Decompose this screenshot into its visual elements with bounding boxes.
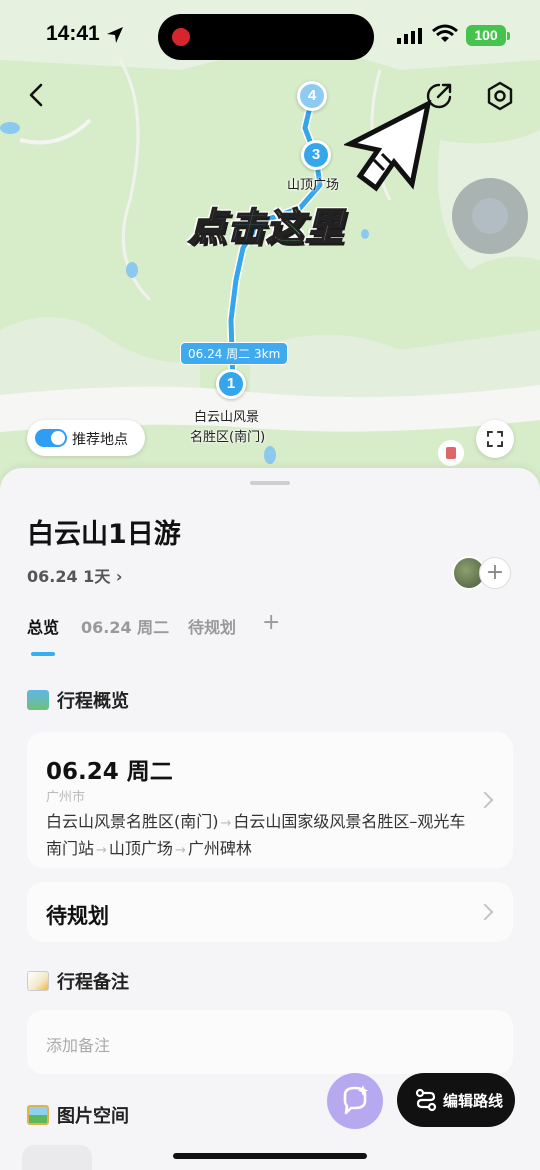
edit-route-label: 编辑路线 (443, 1092, 504, 1110)
ai-assistant-button[interactable] (327, 1073, 383, 1129)
dynamic-island (158, 14, 374, 60)
stop-label: 山顶广场 (287, 178, 340, 193)
day-summary-card[interactable]: 06.24 周二 广州市 白云山风景名胜区(南门) → 白云山国家级风景名胜区–观光… (27, 732, 513, 868)
caption-char: 这 (265, 204, 306, 250)
picture-emoji-icon (27, 1105, 49, 1125)
settings-icon[interactable] (484, 80, 516, 112)
caption-char: 击 (226, 204, 267, 250)
battery-indicator: 100 (466, 25, 506, 46)
status-time: 14:41 (46, 22, 100, 45)
route-stop: 广州碑林 (187, 839, 252, 858)
trip-detail-sheet: 白云山1日游 06.24 1天 › + 总览 06.24 周二 待规划 + 行程… (0, 468, 540, 1170)
active-tab-indicator (31, 652, 55, 656)
notes-input[interactable]: 添加备注 (27, 1010, 513, 1074)
tutorial-caption: 点击这里 (187, 196, 345, 251)
route-stop-marker[interactable]: 1 (216, 369, 246, 399)
caption-char: 里 (304, 204, 345, 250)
tab-overview[interactable]: 总览 (27, 614, 59, 638)
route-stop-marker[interactable]: 3 (301, 140, 331, 170)
home-indicator (173, 1153, 367, 1159)
toggle-switch[interactable] (35, 429, 67, 447)
memo-emoji-icon (27, 971, 49, 991)
section-title: 行程备注 (57, 972, 129, 993)
edit-route-button[interactable]: 编辑路线 (397, 1073, 515, 1127)
poi-marker-icon[interactable] (438, 440, 464, 466)
stop-label: 白云山风景 (194, 410, 260, 425)
section-title: 图片空间 (57, 1106, 129, 1127)
tab-pending[interactable]: 待规划 (188, 614, 236, 638)
pointer-cursor-icon (344, 100, 432, 192)
notes-placeholder: 添加备注 (46, 1036, 111, 1055)
sheet-drag-handle[interactable] (250, 481, 290, 485)
trip-date-meta[interactable]: 06.24 1天 › (27, 563, 122, 587)
tab-day[interactable]: 06.24 周二 (81, 614, 169, 638)
section-notes-header: 行程备注 (27, 968, 129, 994)
recommend-places-toggle[interactable]: 推荐地点 (27, 420, 145, 456)
map-emoji-icon (27, 690, 49, 710)
pending-label: 待规划 (46, 904, 109, 928)
fullscreen-icon[interactable] (476, 420, 514, 458)
section-photos-header: 图片空间 (27, 1102, 129, 1128)
cellular-signal-icon (397, 28, 422, 44)
assistive-touch-button[interactable] (452, 178, 528, 254)
pending-plan-card[interactable]: 待规划 (27, 882, 513, 942)
wifi-icon (432, 24, 458, 42)
caption-char: 点 (187, 204, 228, 250)
recording-dot-icon (172, 28, 190, 46)
route-icon (415, 1088, 437, 1112)
section-title: 行程概览 (57, 691, 129, 712)
trip-title[interactable]: 白云山1日游 (27, 512, 181, 551)
route-stop: 山顶广场 (108, 839, 173, 858)
day-city: 广州市 (46, 790, 86, 805)
stop-label: 名胜区(南门) (190, 430, 266, 445)
toggle-label: 推荐地点 (72, 432, 128, 448)
route-stop: 白云山风景名胜区(南门) (46, 812, 219, 831)
status-bar: 14:41 100 (0, 0, 540, 70)
chevron-right-icon (476, 791, 494, 809)
day-distance-tag[interactable]: 06.24 周二 3km (180, 342, 289, 365)
battery-cap (507, 32, 510, 40)
day-date: 06.24 周二 (46, 759, 173, 785)
photo-add-tile[interactable] (22, 1145, 92, 1170)
chat-sparkle-icon (343, 1085, 368, 1115)
location-arrow-icon (107, 27, 123, 43)
add-member-button[interactable]: + (479, 557, 511, 589)
back-icon[interactable] (22, 80, 52, 110)
route-stop-marker[interactable]: 4 (297, 81, 327, 111)
map-view[interactable]: 14:41 100 4 3 山顶广场 1 白云山风景 名胜区(南门) 06.24… (0, 0, 540, 500)
section-overview-header: 行程概览 (27, 687, 129, 713)
chevron-right-icon (476, 903, 494, 921)
day-route: 白云山风景名胜区(南门) → 白云山国家级风景名胜区–观光车南门站 → 山顶广场 → 广州碑… (46, 812, 466, 858)
add-tab-button[interactable]: + (262, 610, 280, 635)
